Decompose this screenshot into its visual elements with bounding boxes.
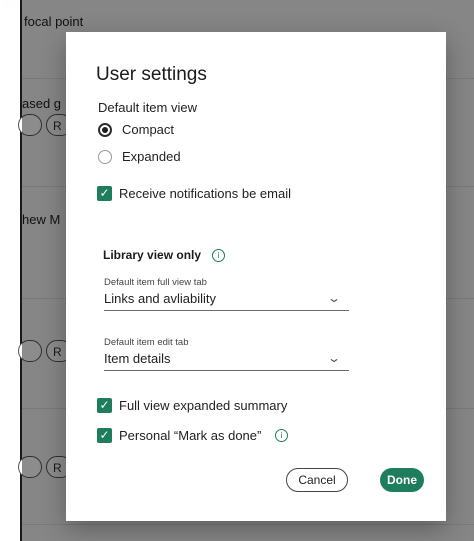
mark-as-done-checkbox[interactable]: ✓ (97, 428, 112, 443)
mark-as-done-label[interactable]: Personal “Mark as done” (119, 428, 261, 443)
expanded-radio-label[interactable]: Expanded (122, 149, 181, 164)
edit-tab-select[interactable]: Item details ⌄ (104, 348, 349, 371)
done-button[interactable]: Done (380, 468, 424, 492)
email-notifications-checkbox[interactable]: ✓ (97, 186, 112, 201)
chevron-down-icon: ⌄ (326, 291, 342, 305)
email-notifications-label[interactable]: Receive notifications be email (119, 186, 291, 201)
user-settings-dialog: User settings Default item view Compact … (66, 32, 446, 521)
expanded-summary-checkbox[interactable]: ✓ (97, 398, 112, 413)
edit-tab-label: Default item edit tab (104, 337, 189, 348)
chevron-down-icon: ⌄ (326, 351, 342, 365)
expanded-summary-label[interactable]: Full view expanded summary (119, 398, 287, 413)
compact-radio[interactable] (98, 123, 112, 137)
info-icon[interactable]: i (212, 249, 225, 262)
info-icon[interactable]: i (275, 429, 288, 442)
full-view-tab-label: Default item full view tab (104, 277, 207, 288)
cancel-button[interactable]: Cancel (286, 468, 348, 492)
expanded-radio[interactable] (98, 150, 112, 164)
library-section-title: Library view only (103, 248, 202, 262)
full-view-tab-select[interactable]: Links and avliability ⌄ (104, 288, 349, 311)
full-view-tab-value: Links and avliability (104, 291, 217, 306)
compact-radio-label[interactable]: Compact (122, 122, 174, 137)
default-view-label: Default item view (98, 100, 197, 115)
edit-tab-value: Item details (104, 351, 171, 366)
dialog-title: User settings (96, 64, 207, 85)
